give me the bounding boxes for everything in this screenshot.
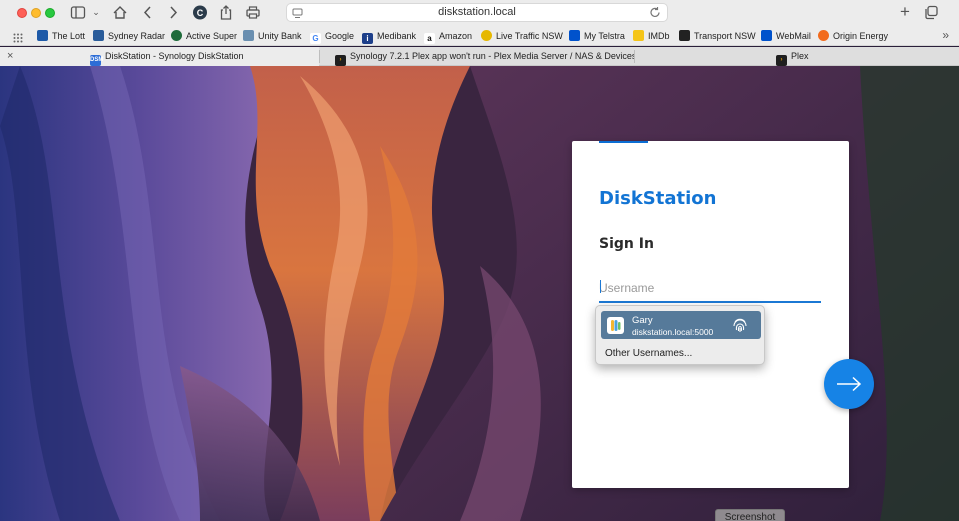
origin-icon xyxy=(818,30,829,41)
autofill-suggestion-gary[interactable]: Gary diskstation.local:5000 xyxy=(601,311,761,339)
webmail-icon xyxy=(761,30,772,41)
bookmark-the-lott[interactable]: The Lott xyxy=(37,29,85,43)
browser-toolbar: ⌄ C diskstation.local + xyxy=(0,0,959,25)
chevron-right-icon[interactable]: » xyxy=(942,28,949,42)
svg-text:C: C xyxy=(197,8,204,18)
bookmark-unity-bank[interactable]: Unity Bank xyxy=(243,29,302,43)
bookmark-imdb[interactable]: IMDb xyxy=(633,29,670,43)
unity-icon xyxy=(243,30,254,41)
medibank-icon: i xyxy=(362,33,373,44)
bookmark-sydney-radar[interactable]: Sydney Radar xyxy=(93,29,165,43)
close-icon[interactable]: × xyxy=(7,47,13,66)
username-input[interactable] xyxy=(599,275,821,303)
share-icon[interactable] xyxy=(218,4,234,21)
maximize-window-button[interactable] xyxy=(45,8,55,18)
tab-label: DiskStation - Synology DiskStation xyxy=(105,51,244,61)
extension-icon[interactable]: C xyxy=(192,4,208,21)
card-accent-bar xyxy=(599,141,648,143)
minimize-window-button[interactable] xyxy=(31,8,41,18)
sign-in-heading: Sign In xyxy=(599,236,654,252)
address-text[interactable]: diskstation.local xyxy=(287,6,667,18)
plex-icon: › xyxy=(335,55,346,66)
forward-icon[interactable] xyxy=(167,4,179,21)
bookmark-transport-nsw[interactable]: Transport NSW xyxy=(679,29,756,43)
imdb-icon xyxy=(633,30,644,41)
fingerprint-icon xyxy=(731,316,749,339)
back-icon[interactable] xyxy=(142,4,154,21)
print-icon[interactable] xyxy=(245,4,261,21)
reload-icon[interactable] xyxy=(649,6,661,24)
autofill-username: Gary xyxy=(632,315,653,326)
next-button[interactable] xyxy=(824,359,874,409)
plex-icon: › xyxy=(776,55,787,66)
autofill-host: diskstation.local:5000 xyxy=(632,327,714,337)
tab-diskstation[interactable]: × DSM DiskStation - Synology DiskStation xyxy=(0,47,319,66)
bookmark-amazon[interactable]: a Amazon xyxy=(424,29,472,44)
bookmark-medibank[interactable]: i Medibank xyxy=(362,29,416,44)
bookmark-google[interactable]: G Google xyxy=(310,29,354,44)
brand-title: DiskStation xyxy=(599,188,717,209)
traffic-icon xyxy=(481,30,492,41)
home-icon[interactable] xyxy=(112,4,128,21)
address-bar[interactable]: diskstation.local xyxy=(286,3,668,22)
dsm-icon: DSM xyxy=(90,55,103,66)
amazon-icon: a xyxy=(424,33,435,44)
screenshot-button[interactable]: Screenshot xyxy=(715,509,785,521)
arrow-right-icon xyxy=(837,376,862,392)
bookmark-live-traffic[interactable]: Live Traffic NSW xyxy=(481,29,563,43)
sidebar-icon[interactable] xyxy=(70,4,86,21)
bookmarks-bar: The Lott Sydney Radar Active Super Unity… xyxy=(0,25,959,46)
tab-label: Synology 7.2.1 Plex app won't run - Plex… xyxy=(350,51,634,61)
transport-icon xyxy=(679,30,690,41)
tab-bar: × DSM DiskStation - Synology DiskStation … xyxy=(0,47,959,66)
tab-plex[interactable]: › Plex xyxy=(635,47,959,66)
tab-label: Plex xyxy=(791,51,809,61)
new-tab-icon[interactable]: + xyxy=(897,3,913,21)
tab-plex-forum[interactable]: › Synology 7.2.1 Plex app won't run - Ple… xyxy=(320,47,634,66)
bookmark-origin-energy[interactable]: Origin Energy xyxy=(818,29,888,43)
chevron-down-icon[interactable]: ⌄ xyxy=(91,4,101,21)
text-caret xyxy=(600,280,601,293)
google-icon: G xyxy=(310,33,321,44)
radar-icon xyxy=(93,30,104,41)
autofill-dropdown: Gary diskstation.local:5000 Other Userna… xyxy=(595,305,765,365)
bookmark-webmail[interactable]: WebMail xyxy=(761,29,811,43)
bookmark-my-telstra[interactable]: My Telstra xyxy=(569,29,625,43)
close-window-button[interactable] xyxy=(17,8,27,18)
telstra-icon xyxy=(569,30,580,41)
tab-overview-icon[interactable] xyxy=(923,4,939,21)
leaf-icon xyxy=(171,30,182,41)
other-usernames-item[interactable]: Other Usernames... xyxy=(605,348,692,359)
bookmark-active-super[interactable]: Active Super xyxy=(171,29,237,43)
grid-icon[interactable] xyxy=(13,30,23,48)
passwords-icon xyxy=(607,317,624,334)
car-icon xyxy=(37,30,48,41)
